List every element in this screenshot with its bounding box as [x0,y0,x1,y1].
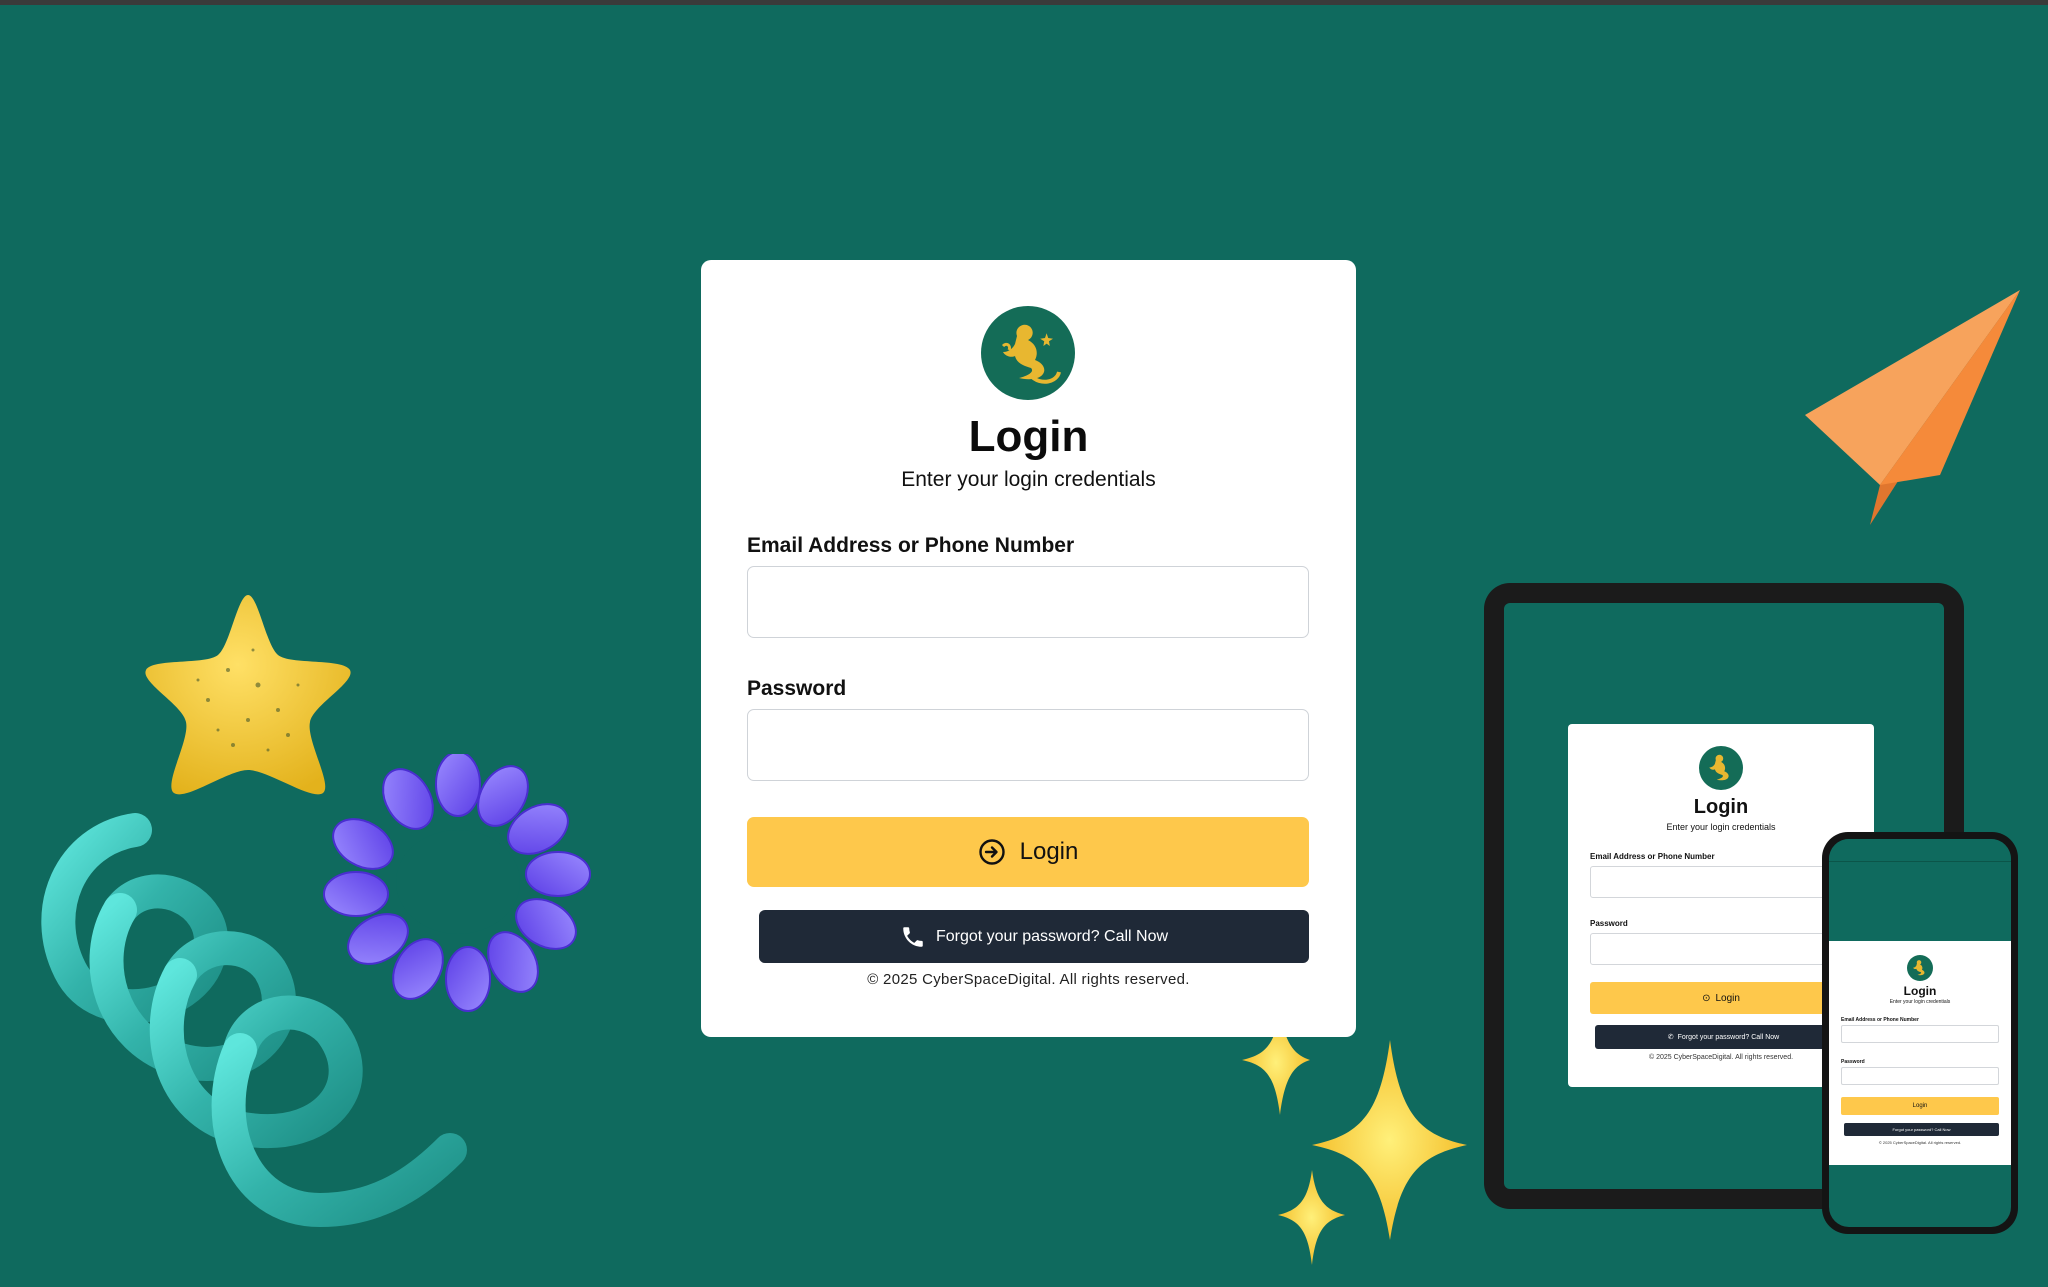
login-button-label: Login [1019,838,1079,865]
login-arrow-icon: ⊙ [1702,992,1711,1004]
phone-icon [903,926,923,947]
tablet-subtitle: Enter your login credentials [1666,822,1776,832]
login-arrow-icon [978,839,1005,865]
forgot-password-label: Forgot your password? Call Now [935,927,1169,945]
tablet-forgot-button: ✆ Forgot your password? Call Now [1595,1025,1852,1049]
tablet-password-field [1590,933,1852,965]
login-card: Login Enter your login credentials Email… [701,260,1356,1037]
tablet-password-label: Password [1590,919,1628,928]
phone-status-bar [1829,839,2011,862]
phone-mockup: Login Enter your login credentials Email… [1822,832,2018,1234]
phone-forgot-label: Forgot your password? Call Now [1892,1127,1951,1132]
email-field[interactable] [747,566,1309,638]
tablet-email-label: Email Address or Phone Number [1590,852,1715,861]
page-subtitle: Enter your login credentials [901,468,1156,491]
phone-screen: Login Enter your login credentials Email… [1829,839,2011,1227]
phone-subtitle: Enter your login credentials [1889,999,1951,1005]
tablet-forgot-label: Forgot your password? Call Now [1677,1033,1780,1041]
tablet-login-button: ⊙ Login [1590,982,1852,1014]
tablet-title: Login [1693,796,1749,818]
password-label: Password [747,677,847,700]
purple-ring-decoration [323,754,591,1012]
paper-plane-decoration [1805,290,2020,525]
phone-footer: © 2025 CyberSpaceDigital. All rights res… [1878,1140,1962,1145]
login-button[interactable]: Login [747,817,1309,887]
phone-password-field [1841,1067,1999,1085]
genie-logo-icon [981,306,1075,400]
window-top-bar [0,0,2048,5]
tablet-login-label: Login [1715,992,1740,1004]
forgot-password-button[interactable]: Forgot your password? Call Now [759,910,1309,963]
tablet-email-field [1590,866,1852,898]
genie-logo-icon [1699,746,1743,790]
phone-login-card: Login Enter your login credentials Email… [1829,941,2011,1165]
page-title: Login [968,412,1089,461]
copyright-footer: © 2025 CyberSpaceDigital. All rights res… [867,971,1190,988]
email-label: Email Address or Phone Number [747,534,1075,557]
phone-title: Login [1903,984,1937,998]
phone-login-label: Login [1912,1103,1928,1109]
password-field[interactable] [747,709,1309,781]
phone-icon: ✆ [1667,1034,1674,1041]
phone-email-field [1841,1025,1999,1043]
phone-password-label: Password [1841,1059,1865,1065]
sparkles-decoration [1242,1010,1467,1265]
phone-forgot-button: Forgot your password? Call Now [1844,1123,1999,1136]
phone-email-label: Email Address or Phone Number [1841,1017,1919,1023]
genie-logo-icon [1907,955,1933,981]
phone-login-button: Login [1841,1097,1999,1115]
